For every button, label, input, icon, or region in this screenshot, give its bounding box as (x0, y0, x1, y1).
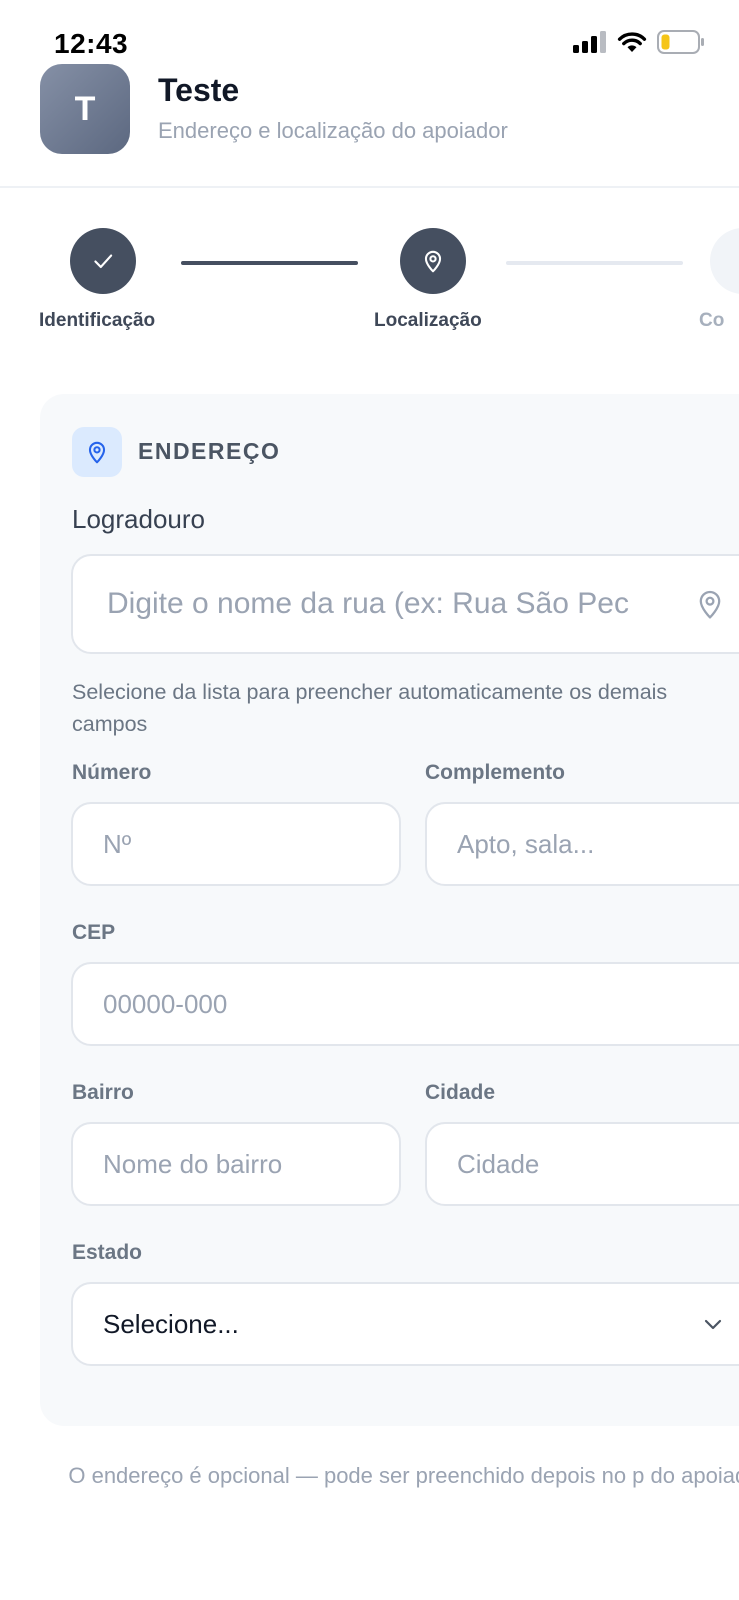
step-connector-1 (181, 261, 358, 265)
battery-low-icon (657, 30, 704, 54)
street-helper-text: Selecione da lista para preencher automa… (72, 680, 668, 736)
status-time: 12:43 (54, 28, 129, 59)
address-form-screen: 12:43 T Teste Endereço e localização do … (0, 0, 739, 1600)
city-input[interactable]: Cidade (425, 1122, 739, 1206)
page-subtitle: Endereço e localização do apoiador (158, 118, 508, 143)
check-icon (94, 254, 113, 269)
page-header: T Teste Endereço e localização do apoiad… (0, 62, 739, 188)
section-icon-container (72, 427, 122, 477)
state-chevron-wrap (701, 1312, 725, 1336)
avatar: T (40, 64, 130, 154)
neighborhood-label: Bairro (72, 1081, 134, 1104)
cep-label: CEP (72, 921, 116, 944)
map-pin-icon (424, 250, 442, 273)
map-pin-icon (699, 590, 721, 619)
step-identificacao[interactable] (70, 228, 136, 294)
number-placeholder: Nº (103, 828, 132, 859)
step-localizacao[interactable] (400, 228, 466, 294)
street-pin-icon-wrap (693, 587, 727, 621)
map-pin-icon (88, 441, 106, 464)
cep-input[interactable]: 00000-000 (71, 962, 739, 1046)
step-label-identificacao: Identificação (39, 310, 156, 331)
step-connector-2 (506, 261, 683, 265)
city-placeholder: Cidade (457, 1148, 540, 1179)
state-label: Estado (72, 1241, 143, 1264)
page-title: Teste (158, 72, 240, 108)
status-icons (573, 30, 705, 54)
street-input[interactable]: Digite o nome da rua (ex: Rua São Pec (71, 554, 739, 654)
cellular-signal-icon (573, 31, 606, 53)
section-title: ENDEREÇO (138, 438, 281, 464)
step-next[interactable] (710, 228, 739, 294)
neighborhood-placeholder: Nome do bairro (103, 1148, 283, 1179)
number-label: Número (72, 761, 152, 784)
wifi-icon (617, 32, 647, 52)
city-label: Cidade (425, 1081, 496, 1104)
step-label-localizacao: Localização (374, 310, 482, 331)
progress-stepper: Identificação Localização Co (0, 228, 739, 338)
complement-input[interactable]: Apto, sala... (425, 802, 739, 886)
address-card: ENDEREÇO Logradouro Digite o nome da rua… (40, 394, 739, 1426)
step-label-next: Co (699, 310, 725, 331)
status-bar: 12:43 (0, 0, 739, 62)
cep-placeholder: 00000-000 (103, 988, 228, 1019)
state-selected-value: Selecione... (103, 1308, 239, 1339)
street-placeholder: Digite o nome da rua (ex: Rua São Pec (107, 587, 629, 620)
number-input[interactable]: Nº (71, 802, 401, 886)
chevron-down-icon (704, 1319, 722, 1330)
optional-address-note: O endereço é opcional — pode ser preench… (68, 1463, 739, 1488)
complement-placeholder: Apto, sala... (457, 828, 595, 859)
state-select[interactable]: Selecione... (71, 1282, 739, 1366)
street-label: Logradouro (72, 504, 205, 534)
neighborhood-input[interactable]: Nome do bairro (71, 1122, 401, 1206)
complement-label: Complemento (425, 761, 566, 784)
